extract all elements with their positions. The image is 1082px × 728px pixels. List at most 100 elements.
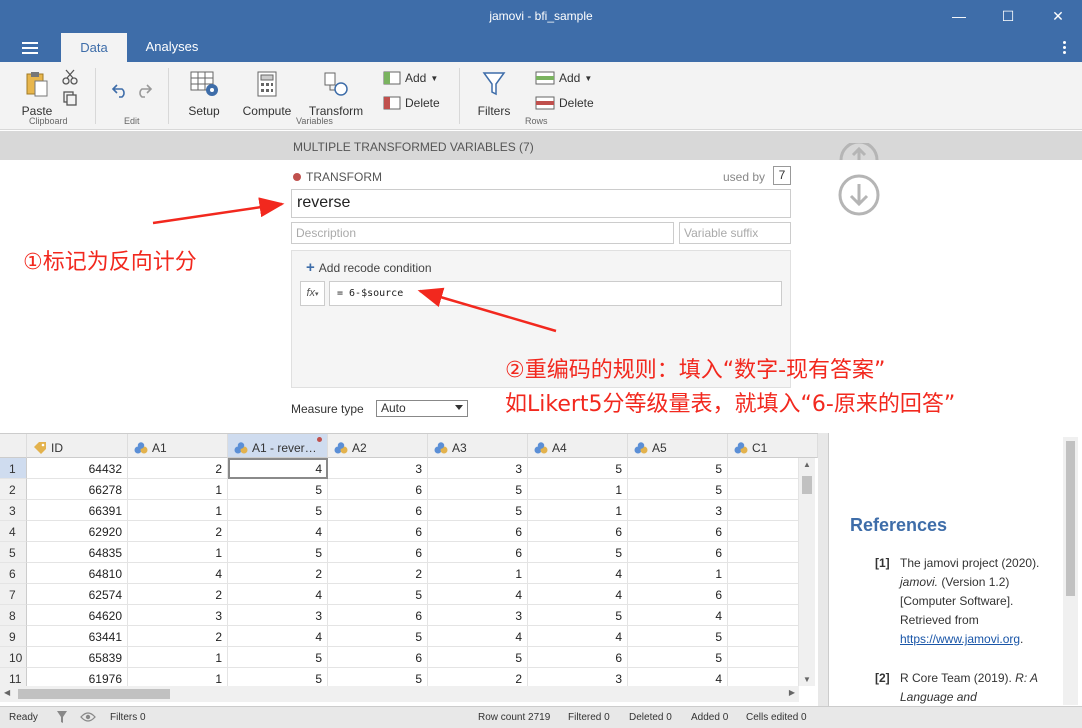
table-cell[interactable]: 3 — [228, 605, 328, 626]
table-cell[interactable] — [728, 584, 799, 605]
table-cell[interactable]: 6 — [328, 479, 428, 500]
variable-suffix-input[interactable]: Variable suffix — [679, 222, 791, 244]
cut-icon[interactable] — [62, 69, 78, 85]
table-cell[interactable]: 6 — [428, 521, 528, 542]
table-cell[interactable] — [728, 542, 799, 563]
row-number[interactable]: 8 — [0, 605, 27, 626]
copy-icon[interactable] — [62, 90, 78, 106]
table-cell[interactable]: 3 — [428, 605, 528, 626]
scroll-right-icon[interactable]: ▶ — [789, 688, 795, 697]
column-header-c1[interactable]: C1 — [728, 434, 818, 458]
table-cell[interactable]: 2 — [128, 584, 228, 605]
description-input[interactable]: Description — [291, 222, 674, 244]
table-cell[interactable] — [728, 458, 799, 479]
filter-icon[interactable] — [56, 710, 68, 724]
close-icon[interactable]: ✕ — [1046, 5, 1070, 27]
undo-icon[interactable] — [111, 82, 129, 98]
table-cell[interactable] — [728, 521, 799, 542]
vertical-scrollbar[interactable]: ▲ ▼ — [799, 458, 815, 686]
table-cell[interactable]: 4 — [228, 626, 328, 647]
row-number[interactable]: 2 — [0, 479, 27, 500]
function-fx-button[interactable]: fx▾ — [300, 281, 325, 306]
table-cell[interactable]: 2 — [328, 563, 428, 584]
maximize-icon[interactable]: ☐ — [996, 5, 1020, 27]
table-cell[interactable]: 4 — [428, 626, 528, 647]
table-cell[interactable]: 1 — [628, 563, 728, 584]
column-header-id[interactable]: ID — [27, 434, 128, 458]
table-cell[interactable]: 6 — [328, 542, 428, 563]
table-cell[interactable]: 5 — [628, 458, 728, 479]
table-cell[interactable]: 62920 — [27, 521, 128, 542]
row-number[interactable]: 1 — [0, 458, 27, 479]
table-cell[interactable] — [728, 647, 799, 668]
results-scrollbar[interactable] — [1063, 437, 1078, 705]
add-recode-condition-button[interactable]: + Add recode condition — [306, 259, 432, 276]
scrollbar-thumb[interactable] — [18, 689, 170, 699]
row-number[interactable]: 3 — [0, 500, 27, 521]
table-cell[interactable]: 3 — [128, 605, 228, 626]
add-variable-button[interactable]: Add ▼ — [383, 71, 438, 85]
row-number[interactable]: 4 — [0, 521, 27, 542]
table-cell[interactable]: 4 — [428, 584, 528, 605]
table-cell[interactable]: 3 — [328, 458, 428, 479]
row-number[interactable]: 9 — [0, 626, 27, 647]
table-cell[interactable]: 4 — [228, 521, 328, 542]
table-cell[interactable]: 62574 — [27, 584, 128, 605]
table-cell[interactable]: 5 — [328, 584, 428, 605]
table-cell[interactable] — [728, 626, 799, 647]
measure-type-select[interactable]: Auto — [376, 400, 468, 417]
table-cell[interactable]: 1 — [128, 542, 228, 563]
eye-icon[interactable] — [80, 711, 96, 723]
table-cell[interactable]: 64620 — [27, 605, 128, 626]
formula-input[interactable]: = 6-$source — [329, 281, 782, 306]
column-header-a1-reverse[interactable]: A1 - rever… — [228, 434, 328, 458]
table-cell[interactable]: 4 — [528, 584, 628, 605]
table-cell[interactable]: 5 — [228, 542, 328, 563]
delete-row-button[interactable]: Delete — [535, 96, 594, 110]
row-number[interactable]: 5 — [0, 542, 27, 563]
table-cell[interactable]: 2 — [128, 626, 228, 647]
panel-splitter[interactable] — [818, 433, 828, 706]
row-number[interactable]: 10 — [0, 647, 27, 668]
column-header-a1[interactable]: A1 — [128, 434, 228, 458]
table-cell[interactable]: 5 — [228, 647, 328, 668]
table-cell[interactable]: 63441 — [27, 626, 128, 647]
table-cell[interactable]: 3 — [428, 458, 528, 479]
scrollbar-thumb[interactable] — [802, 476, 812, 494]
table-cell[interactable]: 6 — [528, 647, 628, 668]
collapse-up-icon[interactable] — [838, 143, 880, 161]
table-cell[interactable]: 6 — [328, 605, 428, 626]
table-cell[interactable]: 6 — [628, 521, 728, 542]
table-cell[interactable]: 1 — [128, 479, 228, 500]
column-header-a3[interactable]: A3 — [428, 434, 528, 458]
scroll-left-icon[interactable]: ◀ — [4, 688, 10, 697]
table-cell[interactable] — [728, 605, 799, 626]
table-cell[interactable]: 5 — [228, 500, 328, 521]
table-cell[interactable]: 5 — [628, 626, 728, 647]
down-arrow-circle-icon[interactable] — [837, 173, 881, 217]
add-row-button[interactable]: Add ▼ — [535, 71, 592, 85]
table-cell[interactable]: 1 — [128, 500, 228, 521]
table-cell[interactable]: 1 — [428, 563, 528, 584]
table-cell[interactable]: 5 — [228, 479, 328, 500]
table-cell[interactable]: 6 — [528, 521, 628, 542]
table-cell[interactable]: 5 — [428, 500, 528, 521]
table-cell[interactable]: 6 — [628, 542, 728, 563]
jamovi-link[interactable]: https://www.jamovi.org — [900, 632, 1020, 646]
scroll-down-icon[interactable]: ▼ — [803, 675, 811, 684]
table-cell[interactable]: 4 — [628, 605, 728, 626]
tab-analyses[interactable]: Analyses — [137, 33, 207, 62]
table-cell[interactable]: 1 — [528, 500, 628, 521]
compute-button[interactable]: Compute — [242, 70, 292, 118]
table-cell[interactable]: 3 — [628, 500, 728, 521]
row-number[interactable]: 7 — [0, 584, 27, 605]
table-cell[interactable]: 5 — [528, 458, 628, 479]
column-header-a4[interactable]: A4 — [528, 434, 628, 458]
table-cell[interactable]: 64835 — [27, 542, 128, 563]
minimize-icon[interactable]: — — [947, 5, 971, 27]
table-cell[interactable]: 5 — [428, 479, 528, 500]
table-cell[interactable]: 1 — [528, 479, 628, 500]
table-cell[interactable]: 65839 — [27, 647, 128, 668]
column-header-a2[interactable]: A2 — [328, 434, 428, 458]
delete-variable-button[interactable]: Delete — [383, 96, 440, 110]
